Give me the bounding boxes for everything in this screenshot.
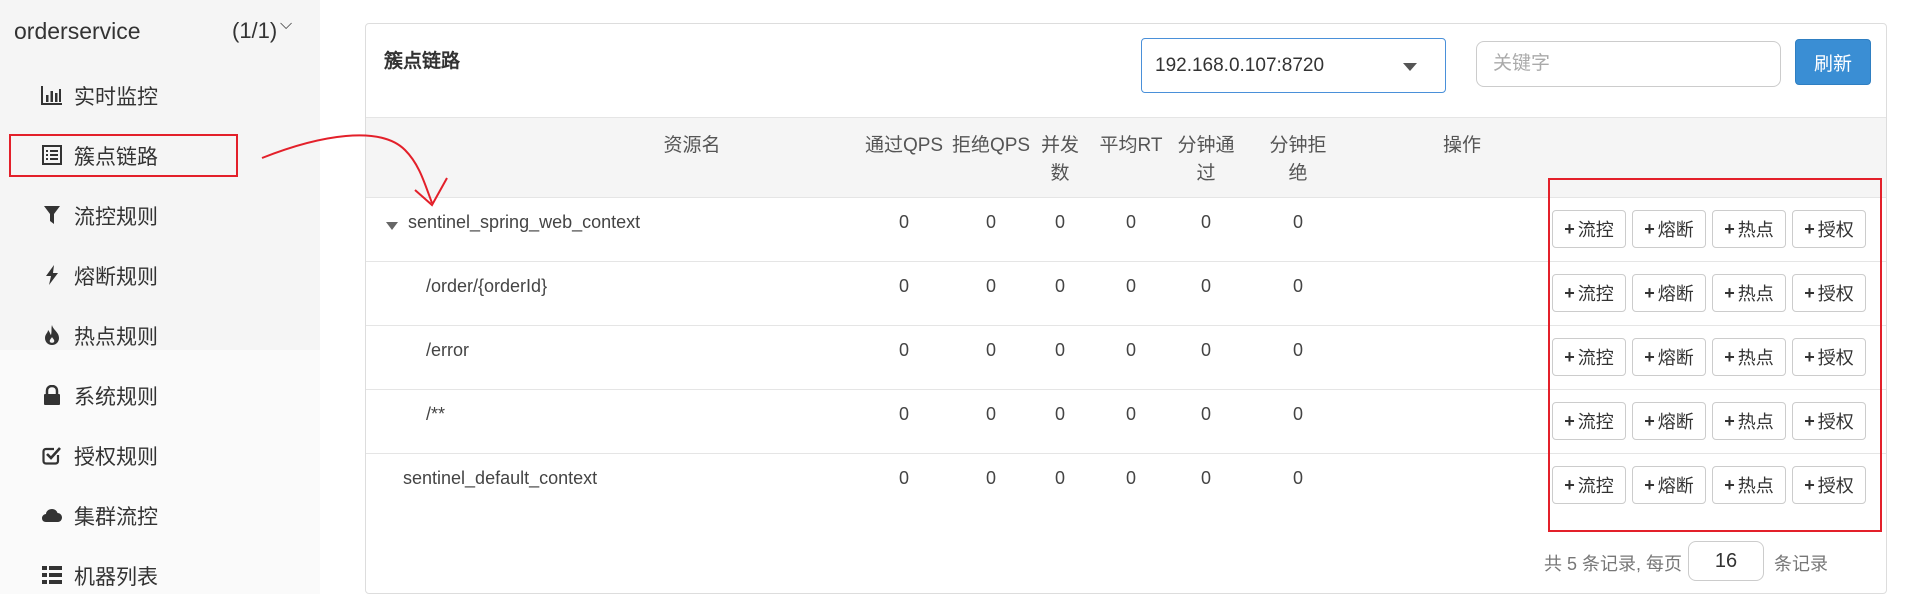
concurrency-cell: 0 bbox=[1054, 340, 1065, 360]
pass-qps-cell: 0 bbox=[898, 276, 909, 296]
block-qps-cell: 0 bbox=[985, 404, 996, 424]
avg-rt-cell: 0 bbox=[1125, 468, 1136, 488]
avg-rt-cell: 0 bbox=[1125, 276, 1136, 296]
app-count: (1/1) bbox=[232, 18, 278, 43]
minute-pass-cell: 0 bbox=[1200, 340, 1211, 360]
resource-name: /** bbox=[426, 404, 446, 424]
avg-rt-cell: 0 bbox=[1125, 340, 1136, 360]
sidebar-item-label: 集群流控 bbox=[74, 506, 158, 529]
minute-pass-cell: 0 bbox=[1200, 212, 1211, 232]
sidebar-item-label: 热点规则 bbox=[74, 326, 158, 349]
minute-block-cell: 0 bbox=[1292, 212, 1303, 232]
th-list-icon bbox=[40, 563, 64, 587]
app-name: orderservice bbox=[14, 18, 141, 44]
sidebar-item-label: 机器列表 bbox=[74, 566, 158, 589]
minute-pass-cell: 0 bbox=[1200, 468, 1211, 488]
chevron-down-icon[interactable]: ⌵ bbox=[280, 16, 292, 34]
concurrency-cell: 0 bbox=[1054, 468, 1065, 488]
block-qps-cell: 0 bbox=[985, 276, 996, 296]
pager-suffix-text: 条记录 bbox=[1774, 554, 1828, 574]
sidebar-item-machine-list[interactable]: 机器列表 bbox=[0, 545, 320, 605]
block-qps-cell: 0 bbox=[985, 212, 996, 232]
col-header-minute-block: 分钟拒绝 bbox=[1269, 135, 1327, 184]
concurrency-cell: 0 bbox=[1054, 276, 1065, 296]
sidebar-item-label: 实时监控 bbox=[74, 86, 158, 109]
sidebar-item-system-rules[interactable]: 系统规则 bbox=[0, 365, 320, 425]
resource-name: /error bbox=[426, 340, 470, 360]
tree-collapse-icon[interactable] bbox=[386, 222, 398, 230]
minute-pass-cell: 0 bbox=[1200, 404, 1211, 424]
concurrency-cell: 0 bbox=[1054, 212, 1065, 232]
pass-qps-cell: 0 bbox=[898, 212, 909, 232]
filter-icon bbox=[40, 203, 64, 227]
sidebar-item-label: 熔断规则 bbox=[74, 266, 158, 289]
pager-total-text: 共 5 条记录, 每页 bbox=[1544, 554, 1683, 574]
bolt-icon bbox=[40, 263, 64, 287]
col-header-operations: 操作 bbox=[1442, 135, 1481, 156]
bar-chart-icon bbox=[40, 83, 64, 107]
panel-title: 簇点链路 bbox=[384, 51, 461, 72]
minute-block-cell: 0 bbox=[1292, 404, 1303, 424]
col-header-block-qps: 拒绝QPS bbox=[951, 135, 1031, 156]
sidebar-item-degrade-rules[interactable]: 熔断规则 bbox=[0, 245, 320, 305]
annotation-operations-box bbox=[1548, 178, 1882, 532]
machine-select-value: 192.168.0.107:8720 bbox=[1155, 55, 1325, 76]
pagination: 共 5 条记录, 每页 条记录 bbox=[366, 541, 1886, 581]
sidebar-item-label: 授权规则 bbox=[74, 446, 158, 469]
minute-block-cell: 0 bbox=[1292, 276, 1303, 296]
resource-name: sentinel_default_context bbox=[403, 468, 598, 488]
minute-block-cell: 0 bbox=[1292, 340, 1303, 360]
avg-rt-cell: 0 bbox=[1125, 404, 1136, 424]
fire-icon bbox=[40, 323, 64, 347]
check-square-icon bbox=[40, 443, 64, 467]
minute-block-cell: 0 bbox=[1292, 468, 1303, 488]
lock-icon bbox=[40, 383, 64, 407]
sidebar-item-label: 流控规则 bbox=[74, 206, 158, 229]
sidebar-item-realtime-monitor[interactable]: 实时监控 bbox=[0, 65, 320, 125]
cloud-icon bbox=[40, 503, 64, 527]
resource-name: sentinel_spring_web_context bbox=[408, 212, 641, 232]
caret-down-icon bbox=[1403, 63, 1417, 71]
pass-qps-cell: 0 bbox=[898, 468, 909, 488]
col-header-resource-name: 资源名 bbox=[663, 135, 721, 156]
keyword-search-input[interactable] bbox=[1476, 41, 1781, 87]
col-header-minute-pass: 分钟通过 bbox=[1177, 135, 1235, 184]
refresh-button[interactable]: 刷新 bbox=[1795, 39, 1871, 85]
app-selector[interactable]: orderservice (1/1) ⌵ bbox=[0, 0, 320, 65]
minute-pass-cell: 0 bbox=[1200, 276, 1211, 296]
col-header-avg-rt: 平均RT bbox=[1099, 135, 1163, 156]
machine-select[interactable]: 192.168.0.107:8720 bbox=[1141, 38, 1446, 93]
sidebar-item-flow-rules[interactable]: 流控规则 bbox=[0, 185, 320, 245]
col-header-concurrency: 并发数 bbox=[1040, 135, 1079, 184]
sidebar-item-cluster-flow[interactable]: 集群流控 bbox=[0, 485, 320, 545]
col-header-pass-qps: 通过QPS bbox=[864, 135, 944, 156]
resource-name: /order/{orderId} bbox=[426, 276, 548, 296]
concurrency-cell: 0 bbox=[1054, 404, 1065, 424]
block-qps-cell: 0 bbox=[985, 340, 996, 360]
sidebar-item-authority-rules[interactable]: 授权规则 bbox=[0, 425, 320, 485]
annotation-highlight-box bbox=[9, 134, 238, 177]
sidebar-item-label: 系统规则 bbox=[74, 386, 158, 409]
sidebar: orderservice (1/1) ⌵ 实时监控 簇点链路 流控规则 熔断规则… bbox=[0, 0, 320, 594]
page-size-input[interactable] bbox=[1688, 541, 1764, 581]
block-qps-cell: 0 bbox=[985, 468, 996, 488]
sidebar-item-hotspot-rules[interactable]: 热点规则 bbox=[0, 305, 320, 365]
pass-qps-cell: 0 bbox=[898, 404, 909, 424]
avg-rt-cell: 0 bbox=[1125, 212, 1136, 232]
pass-qps-cell: 0 bbox=[898, 340, 909, 360]
